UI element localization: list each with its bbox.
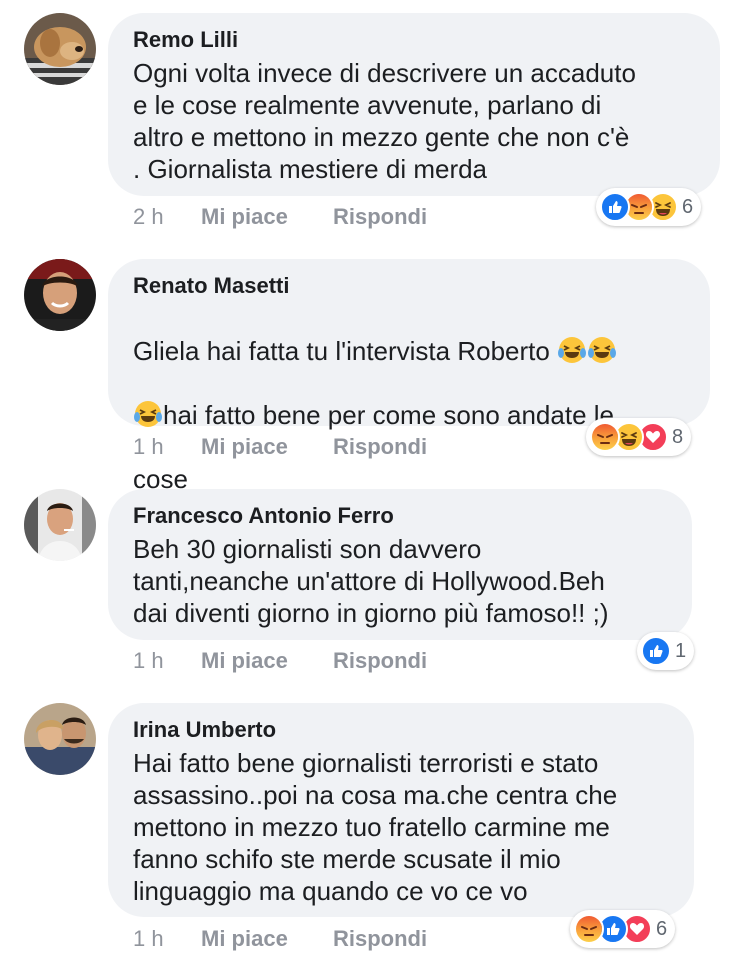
like-link[interactable]: Mi piace <box>201 434 333 460</box>
reaction-count: 1 <box>675 639 687 662</box>
comment-text: Ogni volta invece di descrivere un accad… <box>133 58 636 184</box>
reaction-count: 6 <box>682 195 694 218</box>
reaction-summary[interactable]: 1 <box>637 632 695 670</box>
avatar-renato-masetti[interactable] <box>24 259 96 331</box>
comment-actions: 1 h Mi piace Rispondi <box>133 648 427 674</box>
like-link[interactable]: Mi piace <box>201 204 333 230</box>
tears-of-joy-emoji-icon <box>588 337 617 363</box>
avatar-remo-lilli[interactable] <box>24 13 96 85</box>
avatar-francesco-antonio-ferro[interactable] <box>24 489 96 561</box>
reply-link[interactable]: Rispondi <box>333 434 427 460</box>
comment-time[interactable]: 1 h <box>133 926 201 952</box>
angry-icon <box>574 914 604 944</box>
comment-bubble: Renato Masetti Gliela hai fatta tu l'int… <box>108 259 710 494</box>
comment-actions: 1 h Mi piace Rispondi <box>133 926 427 952</box>
comment-time[interactable]: 1 h <box>133 434 201 460</box>
comment-text-line: Gliela hai fatta tu l'intervista Roberto <box>133 336 550 366</box>
avatar-irina-umberto[interactable] <box>24 703 96 775</box>
comment-bubble: Francesco Antonio Ferro Beh 30 giornalis… <box>108 489 692 640</box>
comment-text: Beh 30 giornalisti son davvero tanti,nea… <box>133 534 609 628</box>
tears-of-joy-emoji-icon <box>134 401 162 427</box>
comment-bubble: Irina Umberto Hai fatto bene giornalisti… <box>108 703 694 917</box>
reaction-summary[interactable]: 6 <box>596 188 702 226</box>
reaction-summary[interactable]: 8 <box>586 418 692 456</box>
reply-link[interactable]: Rispondi <box>333 204 427 230</box>
comment-time[interactable]: 2 h <box>133 204 201 230</box>
comment-actions: 2 h Mi piace Rispondi <box>133 204 427 230</box>
like-link[interactable]: Mi piace <box>201 926 333 952</box>
reaction-count: 6 <box>656 917 668 940</box>
comment-text: Hai fatto bene giornalisti terroristi e … <box>133 748 618 906</box>
comment-actions: 1 h Mi piace Rispondi <box>133 434 427 460</box>
comment-time[interactable]: 1 h <box>133 648 201 674</box>
comment-author[interactable]: Remo Lilli <box>133 27 696 53</box>
comment-author[interactable]: Irina Umberto <box>133 717 670 743</box>
reply-link[interactable]: Rispondi <box>333 648 427 674</box>
comment-text-line: hai fatto bene per come sono andate le <box>163 400 614 430</box>
comment-bubble: Remo Lilli Ogni volta invece di descrive… <box>108 13 720 196</box>
reply-link[interactable]: Rispondi <box>333 926 427 952</box>
comment-author[interactable]: Renato Masetti <box>133 273 686 299</box>
like-icon <box>600 192 630 222</box>
angry-icon <box>590 422 620 452</box>
reaction-summary[interactable]: 6 <box>570 910 676 948</box>
like-link[interactable]: Mi piace <box>201 648 333 674</box>
reaction-count: 8 <box>672 425 684 448</box>
tears-of-joy-emoji-icon <box>558 337 587 363</box>
comment-author[interactable]: Francesco Antonio Ferro <box>133 503 668 529</box>
like-icon <box>641 636 671 666</box>
